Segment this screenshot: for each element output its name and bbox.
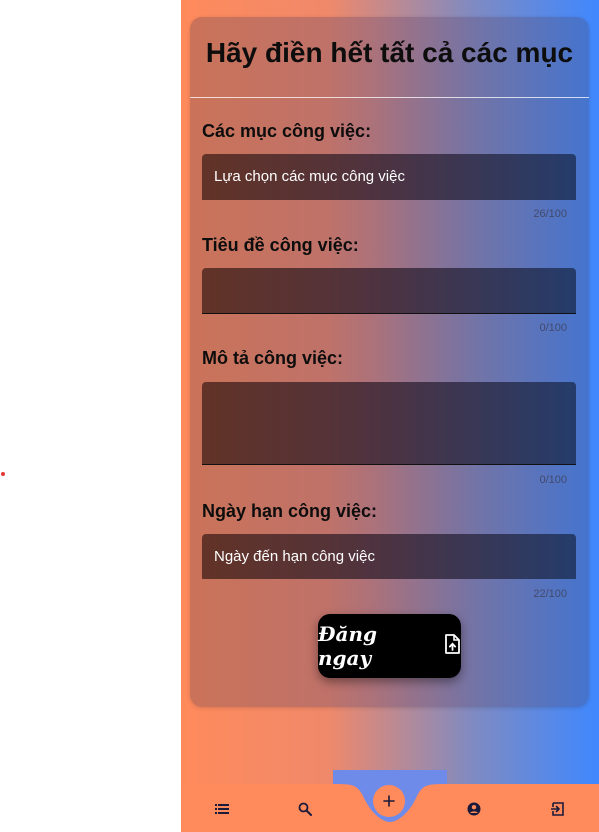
page-title: Hãy điền hết tất cả các mục (205, 37, 574, 68)
logout-icon (551, 802, 564, 816)
add-icon (383, 795, 395, 807)
nav-list-button[interactable] (210, 800, 234, 818)
deadline-label: Ngày hạn công việc: (202, 501, 378, 521)
description-input[interactable] (202, 382, 576, 465)
job-title-counter: 0/100 (539, 322, 567, 334)
account-icon (467, 802, 481, 816)
submit-button[interactable]: Đăng ngay (318, 614, 461, 678)
file-upload-icon (443, 633, 461, 659)
deadline-counter: 22/100 (533, 588, 567, 600)
deadline-field[interactable]: Ngày đến hạn công việc (202, 534, 576, 579)
job-title-input[interactable] (202, 268, 576, 314)
submit-label: Đăng ngay (318, 622, 377, 670)
red-dot (1, 472, 5, 476)
nav-search-button[interactable] (293, 800, 317, 818)
post-job-card: Hãy điền hết tất cả các mục Các mục công… (190, 17, 589, 707)
nav-account-button[interactable] (462, 800, 486, 818)
description-label: Mô tả công việc: (202, 348, 344, 368)
description-counter: 0/100 (539, 474, 567, 486)
app-frame: Hãy điền hết tất cả các mục Các mục công… (181, 0, 599, 832)
category-field[interactable]: Lựa chọn các mục công việc (202, 154, 576, 200)
nav-logout-button[interactable] (546, 800, 570, 818)
job-title-label: Tiêu đề công việc: (202, 235, 359, 255)
title-divider (190, 97, 589, 98)
add-button[interactable] (373, 785, 405, 817)
category-label: Các mục công việc: (202, 121, 372, 141)
category-counter: 26/100 (533, 208, 567, 220)
list-icon (215, 804, 229, 814)
search-icon (298, 802, 312, 816)
